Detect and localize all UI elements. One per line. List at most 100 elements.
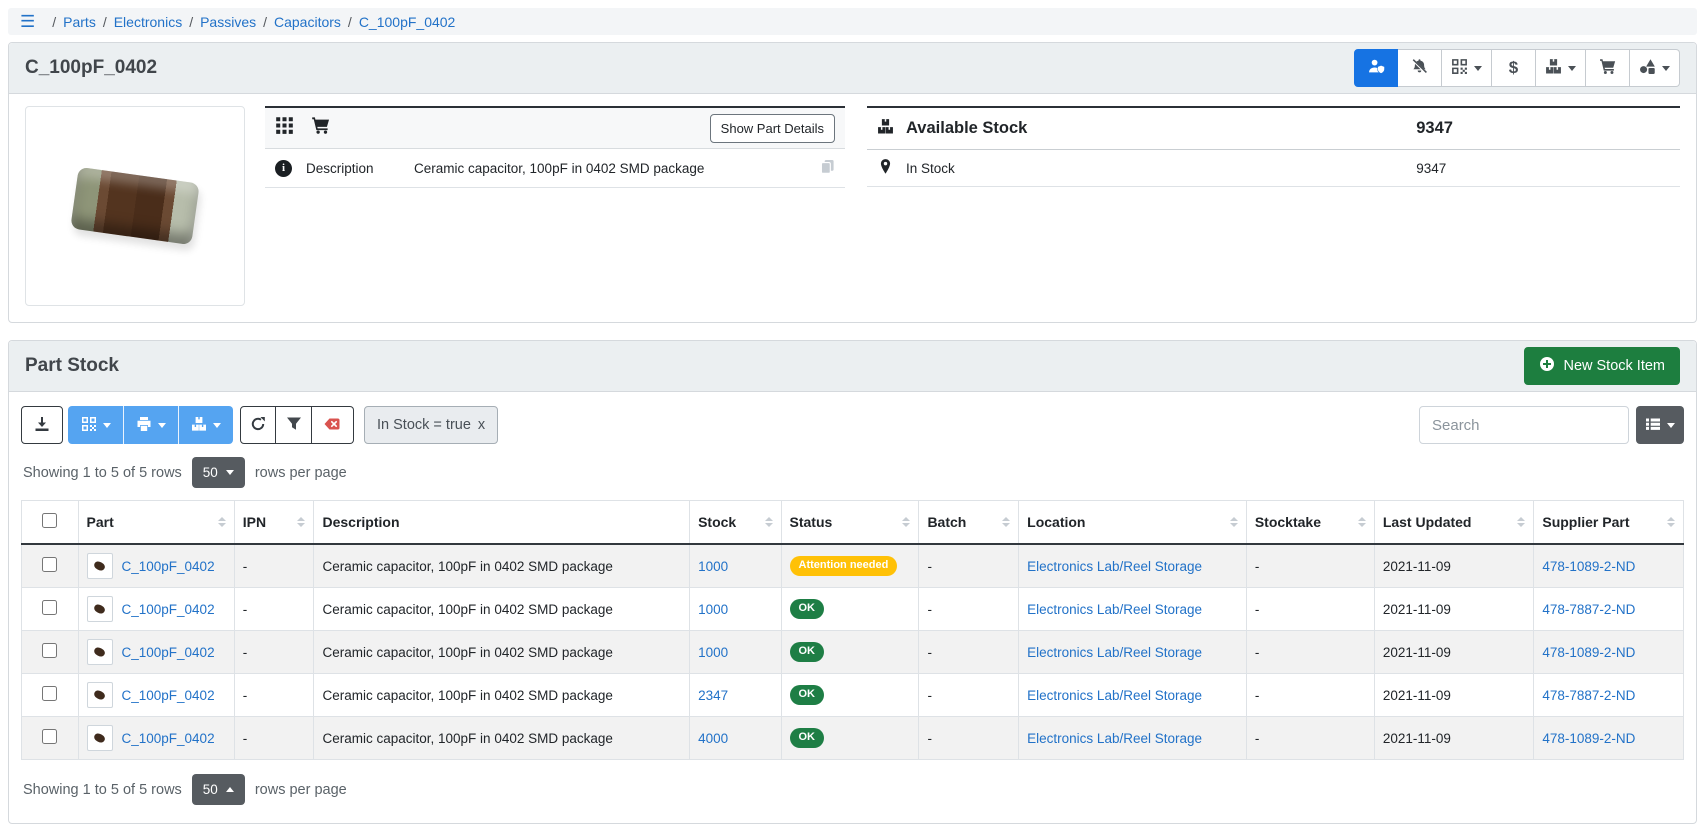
row-checkbox[interactable] (42, 643, 57, 658)
stock-link[interactable]: 1000 (698, 645, 728, 660)
breadcrumb-separator: / (348, 14, 352, 30)
available-stock-table: Available Stock 9347 In Stock 9347 (867, 106, 1680, 187)
column-header-ipn[interactable]: IPN (234, 501, 314, 545)
chevron-down-icon (213, 423, 221, 428)
unsubscribe-button[interactable] (1398, 49, 1442, 87)
column-select-button[interactable] (1636, 406, 1684, 444)
supplier-part-link[interactable]: 478-1089-2-ND (1542, 731, 1635, 746)
location-link[interactable]: Electronics Lab/Reel Storage (1027, 602, 1202, 617)
part-header: C_100pF_0402 $ (9, 43, 1696, 94)
refresh-button[interactable] (240, 406, 276, 444)
part-options-button[interactable] (1630, 49, 1680, 87)
column-header-description[interactable]: Description (314, 501, 690, 545)
printer-icon (136, 416, 152, 435)
in-stock-row: In Stock 9347 (867, 150, 1680, 187)
column-header-stock[interactable]: Stock (690, 501, 781, 545)
filter-button-group (240, 406, 354, 444)
select-all-checkbox[interactable] (42, 513, 57, 528)
order-actions-button[interactable] (1586, 49, 1630, 87)
row-checkbox[interactable] (42, 686, 57, 701)
stock-options-button[interactable] (178, 406, 233, 444)
chevron-up-icon (226, 787, 234, 792)
page-title: C_100pF_0402 (25, 57, 157, 79)
part-link[interactable]: C_100pF_0402 (122, 645, 215, 660)
sort-icon (896, 517, 910, 528)
status-badge: OK (790, 685, 825, 704)
description-cell: Ceramic capacitor, 100pF in 0402 SMD pac… (314, 588, 690, 631)
dollar-icon: $ (1509, 58, 1518, 78)
active-filter-chip[interactable]: In Stock = true x (364, 406, 498, 444)
filter-chip-close-icon[interactable]: x (478, 417, 485, 433)
description-cell: Ceramic capacitor, 100pF in 0402 SMD pac… (314, 544, 690, 588)
select-all-header[interactable] (22, 501, 79, 545)
breadcrumb-item-parts[interactable]: Parts (63, 14, 96, 30)
sort-icon (1511, 517, 1525, 528)
supplier-part-link[interactable]: 478-1089-2-ND (1542, 559, 1635, 574)
stock-link[interactable]: 1000 (698, 559, 728, 574)
part-stock-header: Part Stock New Stock Item (9, 341, 1696, 392)
page-size-dropdown[interactable]: 50 (192, 774, 245, 805)
column-label: Location (1027, 514, 1085, 530)
column-header-status[interactable]: Status (781, 501, 919, 545)
barcode-table-button[interactable] (68, 406, 123, 444)
show-part-details-button[interactable]: Show Part Details (710, 114, 835, 143)
print-actions-button[interactable] (123, 406, 178, 444)
description-label: Description (306, 161, 414, 176)
supplier-part-link[interactable]: 478-7887-2-ND (1542, 602, 1635, 617)
location-link[interactable]: Electronics Lab/Reel Storage (1027, 688, 1202, 703)
filter-chip-label: In Stock = true (377, 417, 471, 433)
column-header-part[interactable]: Part (78, 501, 234, 545)
table-toolbar: In Stock = true x (21, 406, 1684, 444)
page-size-dropdown[interactable]: 50 (192, 457, 245, 488)
column-header-stocktake[interactable]: Stocktake (1246, 501, 1374, 545)
menu-icon[interactable]: ☰ (20, 13, 35, 30)
stock-link[interactable]: 2347 (698, 688, 728, 703)
part-link[interactable]: C_100pF_0402 (122, 559, 215, 574)
part-link[interactable]: C_100pF_0402 (122, 731, 215, 746)
part-thumbnail (87, 725, 113, 751)
batch-cell: - (919, 717, 1019, 760)
list-icon (1645, 416, 1661, 435)
supplier-part-link[interactable]: 478-7887-2-ND (1542, 688, 1635, 703)
column-header-location[interactable]: Location (1019, 501, 1247, 545)
new-stock-item-button[interactable]: New Stock Item (1524, 347, 1680, 385)
filter-button[interactable] (276, 406, 312, 444)
breadcrumb-separator: / (263, 14, 267, 30)
pricing-button[interactable]: $ (1492, 49, 1536, 87)
stock-link[interactable]: 4000 (698, 731, 728, 746)
part-link[interactable]: C_100pF_0402 (122, 688, 215, 703)
breadcrumb-item-passives[interactable]: Passives (200, 14, 256, 30)
breadcrumb-item-current-part[interactable]: C_100pF_0402 (359, 14, 456, 30)
copy-icon[interactable] (820, 159, 835, 177)
location-link[interactable]: Electronics Lab/Reel Storage (1027, 731, 1202, 746)
column-header-batch[interactable]: Batch (919, 501, 1019, 545)
location-link[interactable]: Electronics Lab/Reel Storage (1027, 645, 1202, 660)
column-header-last-updated[interactable]: Last Updated (1374, 501, 1534, 545)
part-detail-body: Show Part Details Description Ceramic ca… (9, 94, 1696, 322)
admin-user-button[interactable] (1354, 49, 1398, 87)
column-label: IPN (243, 514, 266, 530)
breadcrumb-item-capacitors[interactable]: Capacitors (274, 14, 341, 30)
remove-filters-button[interactable] (312, 406, 354, 444)
part-image[interactable] (25, 106, 245, 306)
boxes-icon (1545, 58, 1562, 78)
breadcrumb-item-electronics[interactable]: Electronics (114, 14, 182, 30)
row-checkbox[interactable] (42, 729, 57, 744)
stock-actions-button[interactable] (1536, 49, 1586, 87)
sort-icon (212, 517, 226, 528)
download-button[interactable] (21, 406, 63, 444)
supplier-part-link[interactable]: 478-1089-2-ND (1542, 645, 1635, 660)
sort-icon (1661, 517, 1675, 528)
search-input[interactable] (1419, 406, 1629, 444)
location-link[interactable]: Electronics Lab/Reel Storage (1027, 559, 1202, 574)
refresh-icon (250, 416, 266, 435)
part-link[interactable]: C_100pF_0402 (122, 602, 215, 617)
row-checkbox[interactable] (42, 600, 57, 615)
row-checkbox[interactable] (42, 557, 57, 572)
table-row: C_100pF_0402 - Ceramic capacitor, 100pF … (22, 674, 1684, 717)
stock-link[interactable]: 1000 (698, 602, 728, 617)
status-badge: OK (790, 642, 825, 661)
column-label: Batch (927, 514, 966, 530)
barcode-actions-button[interactable] (1442, 49, 1492, 87)
column-header-supplier-part[interactable]: Supplier Part (1534, 501, 1684, 545)
